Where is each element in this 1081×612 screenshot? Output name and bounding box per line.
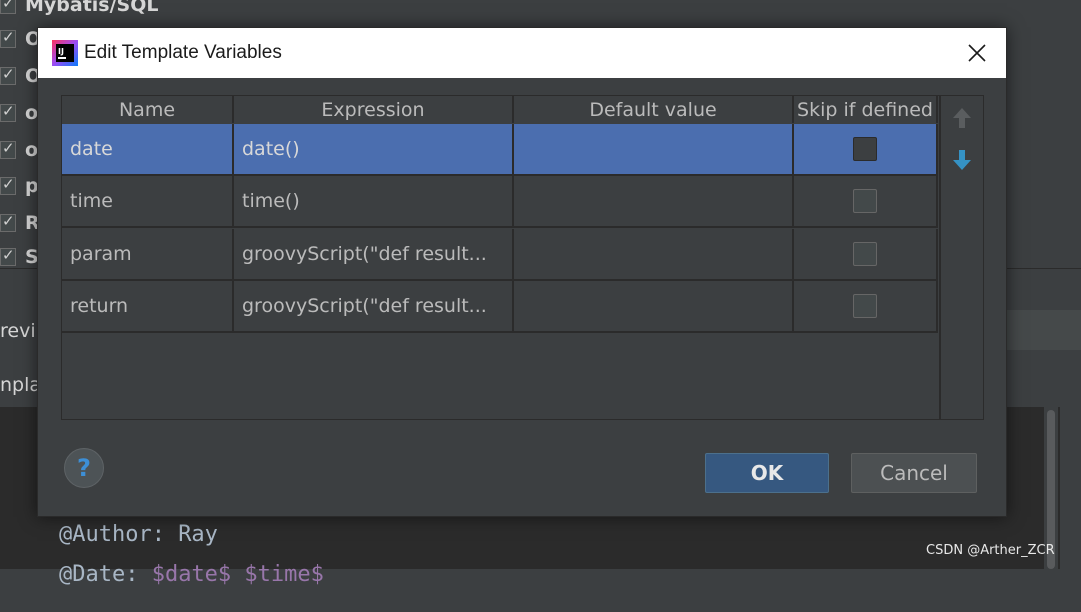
option-row[interactable]: Mybatis/SQL (0, 0, 159, 18)
dialog-title: Edit Template Variables (84, 42, 282, 63)
option-checkbox[interactable] (0, 139, 16, 159)
skip-checkbox[interactable] (853, 137, 877, 161)
code-line: @Date: $date$ $time$ (6, 537, 324, 612)
skip-checkbox[interactable] (853, 189, 877, 213)
watermark: CSDN @Arther_ZCR (926, 543, 1055, 558)
cell-name[interactable]: param (62, 229, 234, 281)
ok-button[interactable]: OK (705, 453, 829, 493)
column-header-skip[interactable]: Skip if defined (794, 96, 938, 123)
option-checkbox[interactable] (0, 102, 16, 122)
help-button[interactable]: ? (64, 448, 104, 488)
option-checkbox[interactable] (0, 246, 16, 266)
cell-default[interactable] (514, 229, 794, 281)
option-row[interactable]: o (0, 100, 38, 126)
column-header-name[interactable]: Name (62, 96, 234, 123)
preview-label: revi (0, 320, 36, 342)
option-row[interactable]: S (0, 244, 39, 270)
close-icon (968, 44, 986, 62)
code-variables: $date$ $time$ (151, 562, 324, 587)
cell-skip (794, 229, 938, 281)
edit-template-variables-dialog: IJ Edit Template Variables Name Expressi… (37, 27, 1007, 517)
arrow-down-icon[interactable] (951, 148, 973, 172)
cell-name[interactable]: return (62, 281, 234, 333)
code-text: @Date: (58, 562, 152, 587)
cell-expression[interactable]: groovyScript("def result... (234, 281, 514, 333)
cell-name[interactable]: time (62, 176, 234, 228)
table-row[interactable]: return groovyScript("def result... (62, 281, 938, 333)
option-row[interactable]: p (0, 173, 39, 199)
cell-skip (794, 124, 938, 176)
arrow-up-icon[interactable] (951, 106, 973, 130)
cell-skip (794, 176, 938, 228)
row-move-toolbar (939, 96, 985, 419)
cell-default[interactable] (514, 124, 794, 176)
table-row[interactable]: param groovyScript("def result... (62, 229, 938, 281)
cell-expression[interactable]: date() (234, 124, 514, 176)
preview-field[interactable] (1000, 310, 1081, 350)
option-row[interactable]: R (0, 210, 40, 236)
variables-table: Name Expression Default value Skip if de… (62, 96, 938, 419)
svg-text:IJ: IJ (58, 47, 64, 56)
variables-table-frame: Name Expression Default value Skip if de… (61, 95, 984, 420)
intellij-app-icon: IJ (52, 40, 78, 66)
skip-checkbox[interactable] (853, 242, 877, 266)
panel-edge (1060, 407, 1081, 569)
table-row[interactable]: time time() (62, 176, 938, 228)
option-label: Mybatis/SQL (25, 0, 159, 16)
cell-skip (794, 281, 938, 333)
cell-default[interactable] (514, 176, 794, 228)
option-checkbox[interactable] (0, 212, 16, 232)
column-header-expression[interactable]: Expression (234, 96, 514, 123)
option-row[interactable]: o (0, 137, 38, 163)
option-checkbox[interactable] (0, 0, 16, 14)
table-row[interactable]: date date() (62, 124, 938, 176)
column-header-default[interactable]: Default value (514, 96, 794, 123)
dialog-titlebar[interactable]: IJ Edit Template Variables (38, 28, 1006, 78)
close-button[interactable] (964, 40, 990, 66)
skip-checkbox[interactable] (853, 294, 877, 318)
option-row[interactable]: O (0, 63, 41, 89)
option-checkbox[interactable] (0, 28, 16, 48)
option-checkbox[interactable] (0, 65, 16, 85)
cell-expression[interactable]: time() (234, 176, 514, 228)
cell-expression[interactable]: groovyScript("def result... (234, 229, 514, 281)
cell-name[interactable]: date (62, 124, 234, 176)
option-checkbox[interactable] (0, 175, 16, 195)
cell-default[interactable] (514, 281, 794, 333)
cancel-button[interactable]: Cancel (851, 453, 977, 493)
option-row[interactable]: O (0, 26, 41, 52)
